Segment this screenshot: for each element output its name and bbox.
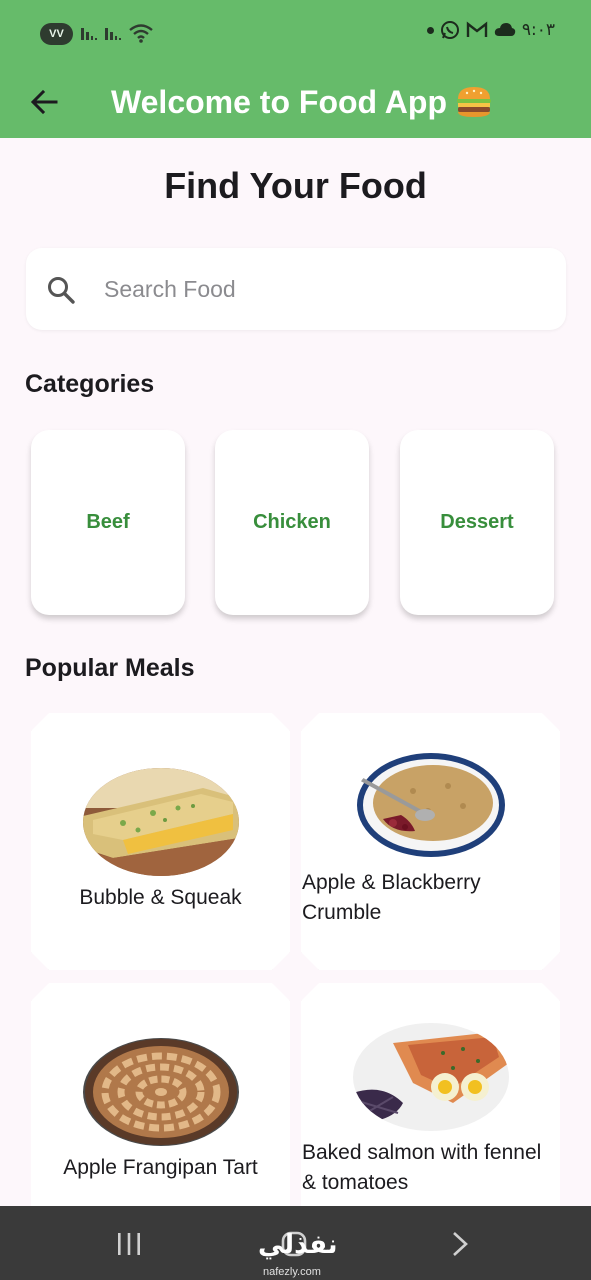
search-bar[interactable] <box>26 248 566 330</box>
meal-card[interactable]: Apple Frangipan Tart <box>31 983 290 1240</box>
whatsapp-icon <box>440 21 459 39</box>
arrow-back-icon <box>30 89 58 115</box>
notification-dot-icon <box>426 26 434 34</box>
category-label: Beef <box>86 511 130 533</box>
category-card-beef[interactable]: Beef <box>31 430 185 615</box>
categories-title: Categories <box>25 370 155 398</box>
back-nav-button[interactable] <box>440 1224 480 1264</box>
category-label: Chicken <box>253 511 331 533</box>
meal-card[interactable]: Bubble & Squeak <box>31 713 290 970</box>
recents-button[interactable] <box>109 1224 149 1264</box>
meal-name: Baked salmon with fennel & tomatoes <box>302 1141 542 1194</box>
status-bar: VV ٩:٠٣ <box>0 0 591 66</box>
category-card-chicken[interactable]: Chicken <box>215 430 369 615</box>
category-label: Dessert <box>440 511 514 533</box>
signal-icon <box>81 28 97 40</box>
meal-image-tart <box>83 1038 239 1146</box>
app-bar: Welcome to Food App <box>0 66 591 138</box>
status-badge: VV <box>40 23 73 45</box>
wifi-icon <box>129 24 153 43</box>
search-icon <box>48 277 75 304</box>
meal-image-bubble-squeak <box>83 768 239 876</box>
recents-icon <box>118 1233 140 1255</box>
app-title-text: Welcome to Food App <box>111 84 447 120</box>
back-button[interactable] <box>20 78 68 126</box>
status-time: ٩:٠٣ <box>521 20 555 40</box>
status-left-icons <box>80 22 154 44</box>
app-title: Welcome to Food App <box>111 76 493 128</box>
meal-name: Apple & Blackberry Crumble <box>302 871 481 924</box>
watermark-logo: نفذلي <box>258 1230 338 1260</box>
meal-image-crumble <box>353 751 509 859</box>
cloud-icon <box>494 23 516 36</box>
meal-name: Apple Frangipan Tart <box>63 1156 258 1179</box>
back-chevron-icon <box>453 1232 468 1256</box>
hamburger-icon <box>456 86 491 117</box>
signal-icon <box>105 28 121 40</box>
search-input[interactable] <box>104 268 534 310</box>
popular-meals-title: Popular Meals <box>25 654 195 682</box>
meal-name: Bubble & Squeak <box>79 886 242 909</box>
category-card-dessert[interactable]: Dessert <box>400 430 554 615</box>
meal-image-salmon <box>353 1023 509 1131</box>
meal-card[interactable]: Apple & Blackberry Crumble <box>301 713 560 970</box>
meal-card[interactable]: Baked salmon with fennel & tomatoes <box>301 983 560 1240</box>
status-right-icons: ٩:٠٣ <box>426 20 555 40</box>
gmail-icon <box>466 21 488 37</box>
page-title: Find Your Food <box>164 165 427 206</box>
watermark-url: nafezly.com <box>263 1266 321 1278</box>
